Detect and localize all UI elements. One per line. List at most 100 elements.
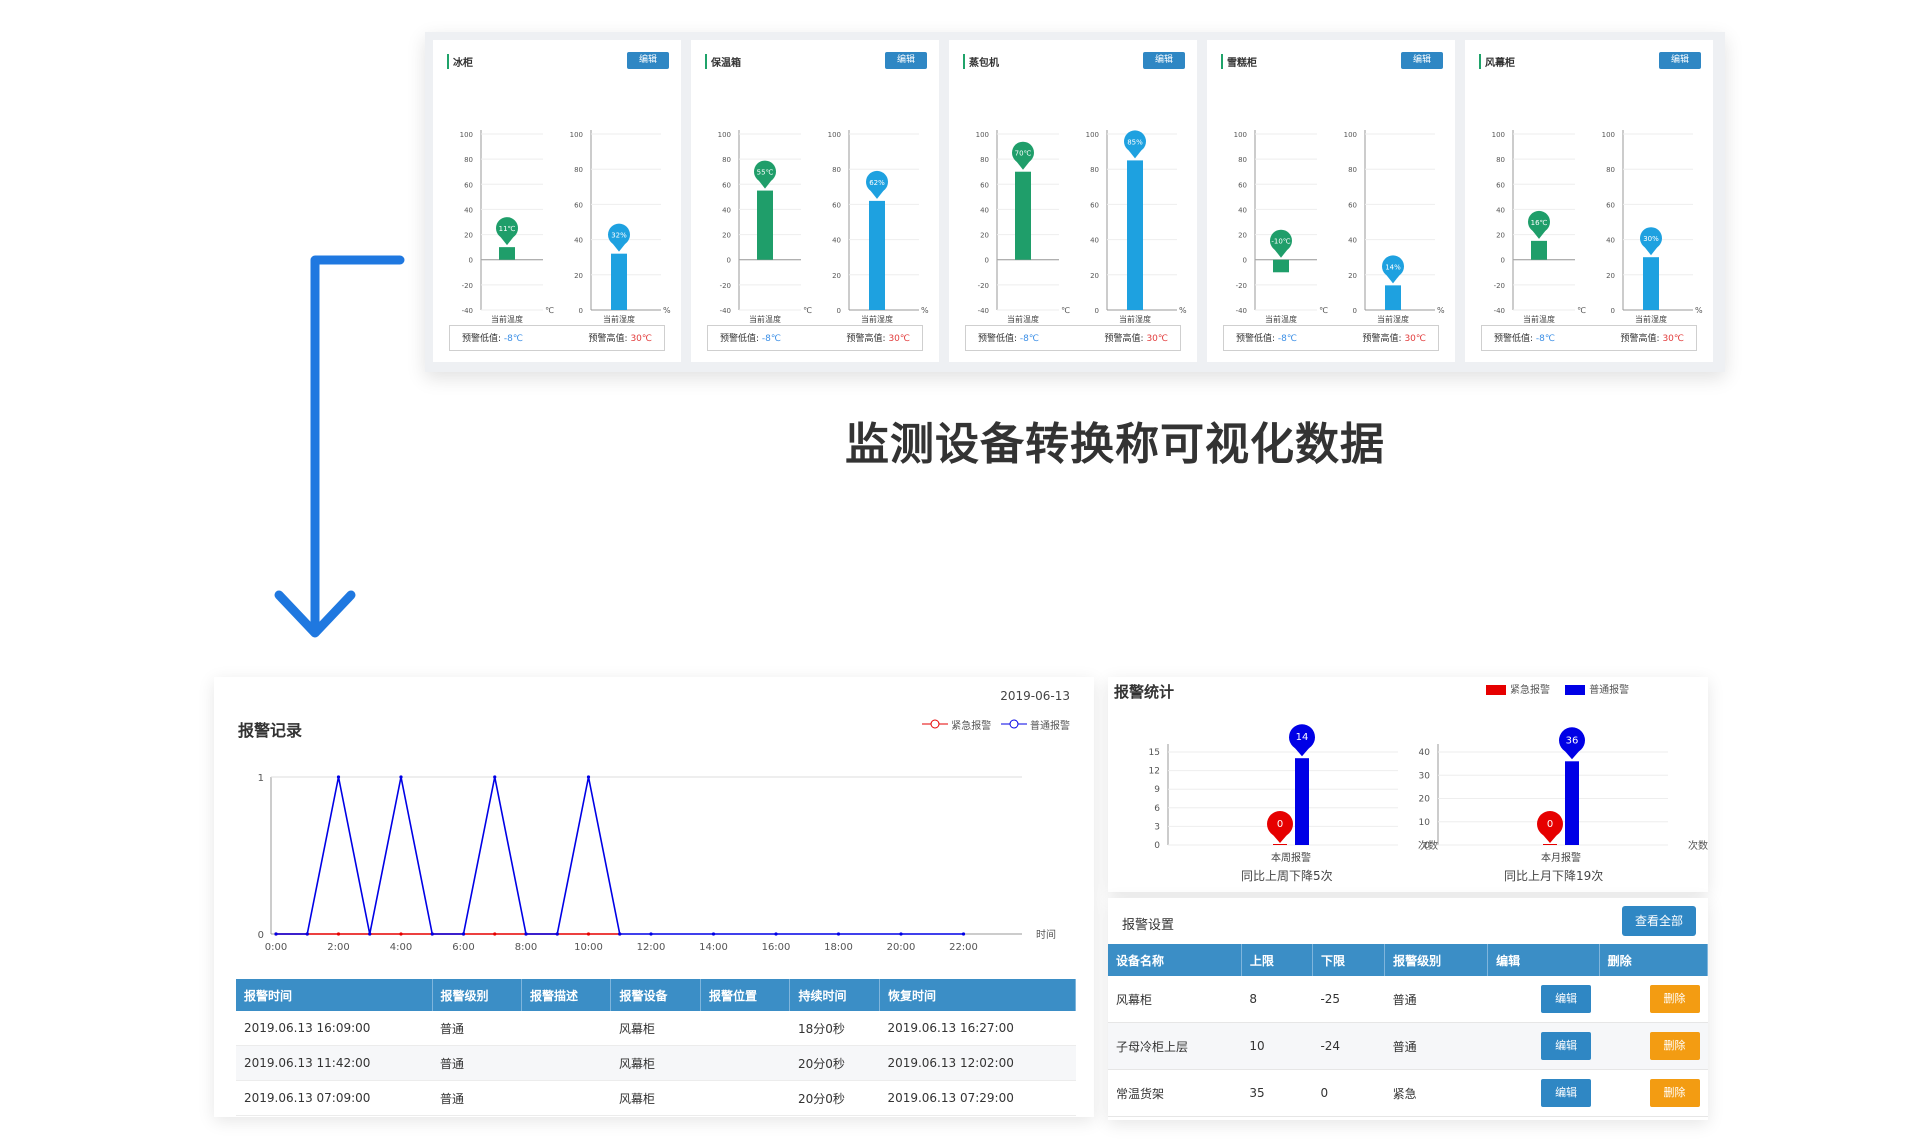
alarm-high-label: 预警高值: — [1104, 334, 1144, 344]
temp-tick: 80 — [722, 156, 731, 164]
settings-cell: 普通 — [1384, 976, 1488, 1023]
view-all-button[interactable]: 查看全部 — [1622, 906, 1696, 936]
urgent-pin-label: 0 — [1277, 819, 1283, 830]
alarm-high-label: 预警高值: — [846, 334, 886, 344]
column-header: 报警位置 — [700, 979, 791, 1011]
series-point — [493, 775, 497, 779]
stat-y-tick: 0 — [1154, 841, 1160, 851]
edit-button[interactable]: 编辑 — [627, 52, 669, 69]
hum-tick: 20 — [1090, 272, 1099, 280]
delete-button[interactable]: 删除 — [1649, 1032, 1700, 1060]
settings-cell: 常温货架 — [1108, 1069, 1242, 1117]
hum-tick: 40 — [574, 237, 583, 245]
temp-tick: 0 — [1243, 257, 1247, 265]
hum-xlabel: 当前湿度 — [603, 314, 635, 324]
settings-cell: 子母冷柜上层 — [1108, 1022, 1242, 1070]
column-header: 报警设备 — [610, 979, 701, 1011]
edit-button[interactable]: 编辑 — [1143, 52, 1185, 69]
alarm-low-label: 预警低值: — [720, 334, 760, 344]
legend-normal-swatch — [1565, 685, 1586, 695]
delete-button[interactable]: 删除 — [1649, 985, 1700, 1013]
alarm-high-label: 预警高值: — [1620, 334, 1660, 344]
edit-button[interactable]: 编辑 — [1541, 985, 1592, 1013]
temp-tick: 40 — [1496, 206, 1505, 214]
table-cell: 风幕柜 — [610, 1011, 701, 1046]
edit-button[interactable]: 编辑 — [1541, 1032, 1592, 1060]
alarm-low: 预警低值: -8℃ — [978, 326, 1039, 352]
table-cell: 普通 — [432, 1045, 522, 1081]
series-point — [586, 932, 591, 936]
settings-column-header: 报警级别 — [1384, 944, 1489, 976]
alarm-high-value: 30℃ — [630, 334, 652, 344]
alarm-high: 预警高值: 30℃ — [1363, 326, 1426, 352]
temp-pin-label: 11℃ — [499, 225, 516, 233]
x-tick: 22:00 — [949, 942, 978, 953]
table-row: 2019.06.13 07:09:00 普通 风幕柜 20分0秒 2019.06.13 … — [236, 1080, 1076, 1116]
alarm-high-value: 30℃ — [888, 334, 910, 344]
hum-bar — [869, 200, 885, 310]
hum-tick: 100 — [570, 131, 583, 139]
hum-tick: 60 — [1606, 201, 1615, 209]
temp-tick: -20 — [1236, 282, 1247, 290]
stat-y-tick: 30 — [1419, 771, 1431, 781]
stat-category: 本月报警 — [1541, 851, 1581, 864]
series-point — [524, 932, 528, 936]
temp-xlabel: 当前温度 — [1523, 314, 1555, 324]
settings-cell: 普通 — [1384, 1022, 1488, 1070]
temp-tick: -20 — [1494, 282, 1505, 290]
temp-tick: -20 — [978, 282, 989, 290]
edit-button[interactable]: 编辑 — [1401, 52, 1443, 69]
hum-xlabel: 当前湿度 — [861, 314, 893, 324]
table-cell: 普通 — [432, 1011, 522, 1046]
urgent-pin-label: 0 — [1547, 819, 1553, 830]
table-cell — [521, 1011, 611, 1046]
temp-unit: ℃ — [545, 306, 554, 315]
alarm-low-label: 预警低值: — [462, 334, 502, 344]
hum-tick: 60 — [574, 201, 583, 209]
hum-unit: % — [921, 306, 929, 315]
alarm-low-label: 预警低值: — [1494, 334, 1534, 344]
temp-tick: 60 — [980, 181, 989, 189]
settings-cell: 0 — [1312, 1069, 1385, 1117]
edit-button[interactable]: 编辑 — [885, 52, 927, 69]
device-name: 风幕柜 — [1479, 54, 1515, 69]
series-point — [774, 932, 778, 936]
temp-tick: -40 — [462, 307, 473, 315]
temp-tick: 80 — [1496, 156, 1505, 164]
hum-tick: 100 — [1086, 131, 1099, 139]
table-cell — [700, 1045, 790, 1081]
temp-tick: 80 — [980, 156, 989, 164]
table-cell: 风幕柜 — [610, 1080, 701, 1116]
temp-pin-label: 55℃ — [757, 169, 774, 177]
stats-legend: 紧急报警 普通报警 — [1486, 681, 1629, 696]
table-cell: 2019.06.13 11:42:00 — [236, 1045, 433, 1081]
temp-tick: -40 — [720, 307, 731, 315]
alarm-low-value: -8℃ — [761, 334, 782, 344]
hum-tick: 100 — [1602, 131, 1615, 139]
stat-y-tick: 12 — [1149, 767, 1160, 777]
edit-button[interactable]: 编辑 — [1541, 1079, 1592, 1107]
stat-y-tick: 15 — [1149, 748, 1160, 758]
alarm-high-value: 30℃ — [1404, 334, 1426, 344]
alarm-stats-chart: 03691215014本周报警次数010203040036本月报警次数 — [1149, 724, 1708, 864]
device-card: 蒸包机 编辑 预警低值: -8℃ 预警高值: 30℃ 100 80 60 40 20 0 -… — [949, 40, 1197, 362]
temp-tick: -40 — [1236, 307, 1247, 315]
temp-unit: ℃ — [1577, 306, 1586, 315]
series-point — [711, 932, 716, 936]
temp-tick: -40 — [1494, 307, 1505, 315]
hum-xlabel: 当前湿度 — [1635, 314, 1667, 324]
hum-tick: 0 — [1095, 307, 1099, 315]
hum-pin-label: 85% — [1127, 138, 1143, 146]
series-point — [461, 932, 466, 936]
delete-button[interactable]: 删除 — [1649, 1079, 1700, 1107]
temp-bar — [757, 190, 773, 260]
series-point — [899, 932, 903, 936]
series-point — [399, 932, 403, 936]
alarm-settings-panel: 报警设置 查看全部 设备名称 上限 下限 报警级别 编辑 删除 风幕柜 8 -25 普通 编辑 删除… — [1108, 898, 1709, 1120]
hum-tick: 0 — [1353, 307, 1357, 315]
record-title: 报警记录 — [238, 721, 303, 740]
edit-button[interactable]: 编辑 — [1659, 52, 1701, 69]
temp-pin-label: 16℃ — [1531, 219, 1548, 227]
temp-bar — [1273, 259, 1289, 273]
alarm-threshold-box: 预警低值: -8℃ 预警高值: 30℃ — [449, 325, 665, 351]
